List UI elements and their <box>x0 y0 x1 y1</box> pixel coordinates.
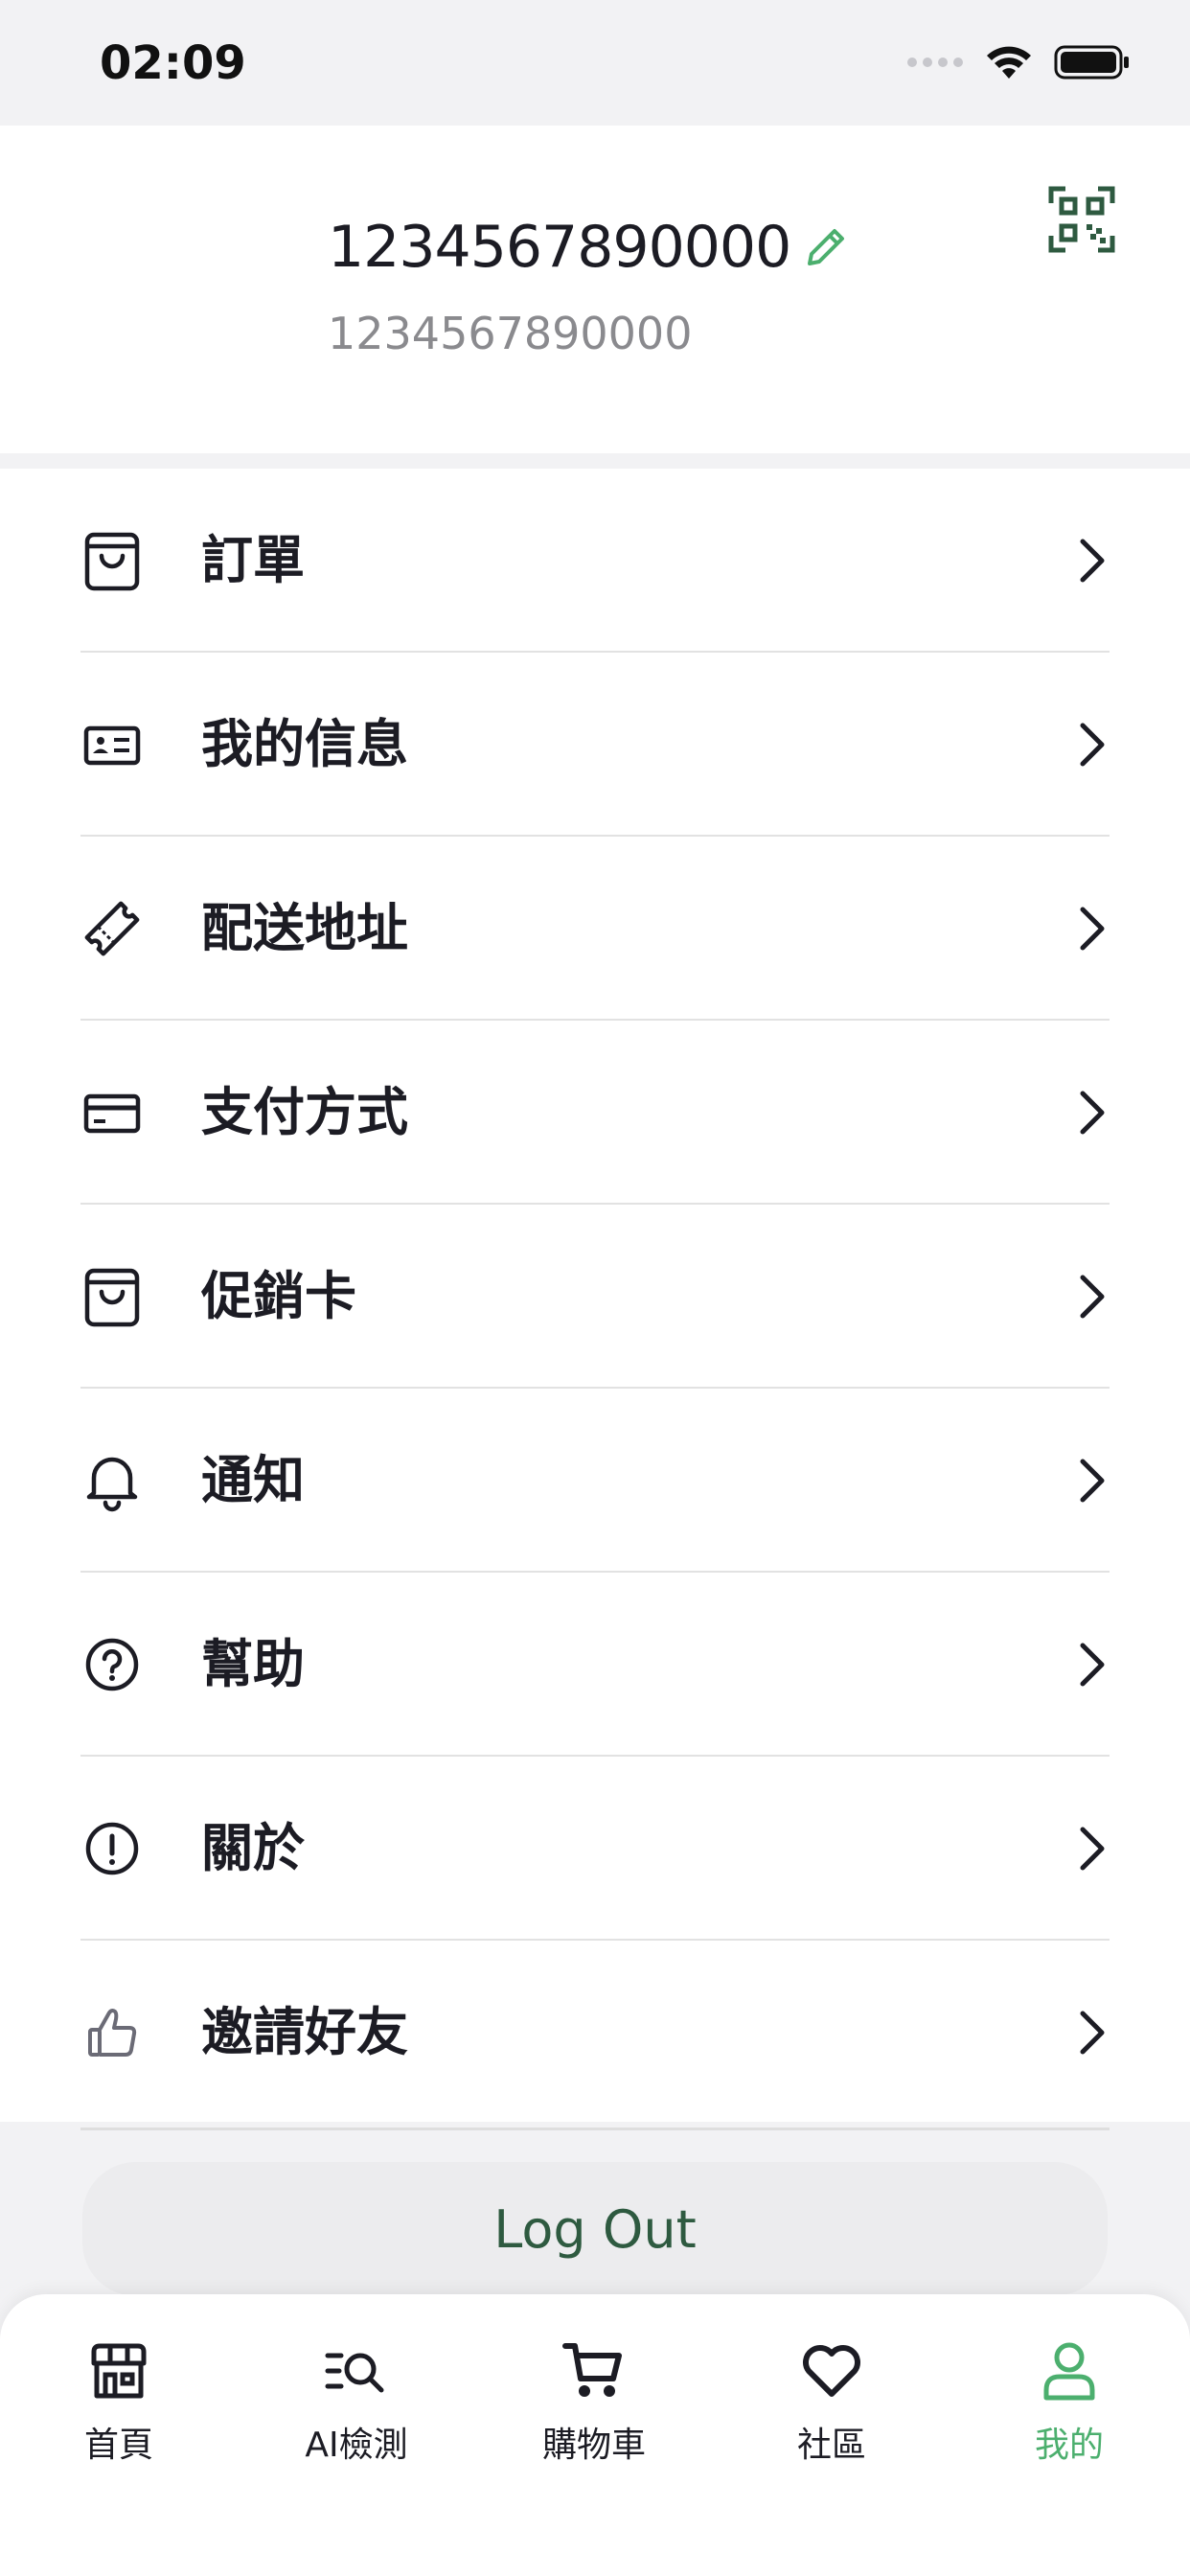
profile-subtitle: 1234567890000 <box>328 308 693 359</box>
tab-home[interactable]: 首頁 <box>0 2338 238 2501</box>
menu-item-payment-method[interactable]: 支付方式 <box>0 1021 1190 1205</box>
user-icon <box>1043 2342 1095 2401</box>
chevron-right-icon <box>1075 1088 1110 1138</box>
menu-item-notifications[interactable]: 通知 <box>0 1389 1190 1573</box>
tab-me[interactable]: 我的 <box>950 2338 1188 2501</box>
chevron-right-icon <box>1075 720 1110 770</box>
menu-item-about[interactable]: 關於 <box>0 1757 1190 1941</box>
tab-label: 社區 <box>796 2426 866 2465</box>
tab-ai-detect[interactable]: AI檢測 <box>238 2338 475 2501</box>
credit-card-icon <box>82 1081 142 1144</box>
menu-item-label: 邀請好友 <box>201 2002 408 2062</box>
logout-section: Log Out <box>0 2122 1190 2296</box>
menu-item-label: 幫助 <box>201 1634 305 1694</box>
wifi-icon <box>987 46 1031 79</box>
menu-item-promo-card[interactable]: 促銷卡 <box>0 1205 1190 1389</box>
menu-item-label: 訂單 <box>201 530 305 590</box>
list-search-icon <box>325 2353 384 2393</box>
profile-name: 1234567890000 <box>328 214 791 281</box>
chevron-right-icon <box>1075 536 1110 586</box>
thumbs-up-icon <box>82 2001 142 2064</box>
chevron-right-icon <box>1075 1824 1110 1874</box>
tab-label: 購物車 <box>541 2426 646 2465</box>
menu-item-delivery-address[interactable]: 配送地址 <box>0 837 1190 1021</box>
qr-code-icon[interactable] <box>1048 186 1115 253</box>
logout-button[interactable]: Log Out <box>82 2162 1108 2296</box>
menu-item-label: 通知 <box>201 1450 305 1510</box>
chevron-right-icon <box>1075 2008 1110 2058</box>
chevron-right-icon <box>1075 904 1110 954</box>
tab-label: 我的 <box>1034 2426 1104 2465</box>
status-bar: 02:09 <box>0 0 1190 126</box>
bottom-tab-bar: 首頁 AI檢測 購物車 社區 我的 <box>0 2294 1190 2576</box>
heart-icon <box>803 2345 860 2397</box>
tab-cart[interactable]: 購物車 <box>475 2338 713 2501</box>
chevron-right-icon <box>1075 1640 1110 1690</box>
store-icon <box>91 2343 147 2399</box>
menu-item-label: 關於 <box>201 1818 305 1878</box>
menu-item-orders[interactable]: 訂單 <box>0 469 1190 653</box>
edit-pencil-icon[interactable] <box>802 223 850 271</box>
question-circle-icon <box>82 1633 142 1696</box>
shopping-bag-icon <box>82 1265 142 1328</box>
status-icons <box>906 44 1131 80</box>
id-card-icon <box>82 713 142 776</box>
chevron-right-icon <box>1075 1456 1110 1506</box>
cart-icon <box>562 2343 622 2397</box>
shopping-bag-icon <box>82 529 142 592</box>
menu-item-my-info[interactable]: 我的信息 <box>0 653 1190 837</box>
menu-item-help[interactable]: 幫助 <box>0 1573 1190 1757</box>
menu-item-label: 支付方式 <box>201 1082 408 1142</box>
battery-icon <box>1054 45 1129 80</box>
profile-header: 1234567890000 1234567890000 <box>0 126 1190 453</box>
menu-item-label: 我的信息 <box>201 714 408 774</box>
chevron-right-icon <box>1075 1272 1110 1322</box>
tab-label: 首頁 <box>83 2426 153 2465</box>
tab-label: AI檢測 <box>305 2426 408 2465</box>
menu-item-label: 配送地址 <box>201 898 408 958</box>
divider <box>80 2128 1110 2130</box>
signal-icon <box>907 58 963 67</box>
profile-name-row: 1234567890000 <box>328 214 850 281</box>
status-time: 02:09 <box>100 36 246 90</box>
settings-menu: 訂單 我的信息 配送地址 支付方式 促銷卡 通知 幫助 關於 邀請好友 <box>0 469 1190 2122</box>
ticket-icon <box>82 897 142 960</box>
menu-item-label: 促銷卡 <box>201 1266 356 1326</box>
info-circle-icon <box>82 1817 142 1880</box>
menu-item-invite-friends[interactable]: 邀請好友 <box>0 1941 1190 2125</box>
bell-icon <box>82 1449 142 1512</box>
tab-community[interactable]: 社區 <box>713 2338 950 2501</box>
